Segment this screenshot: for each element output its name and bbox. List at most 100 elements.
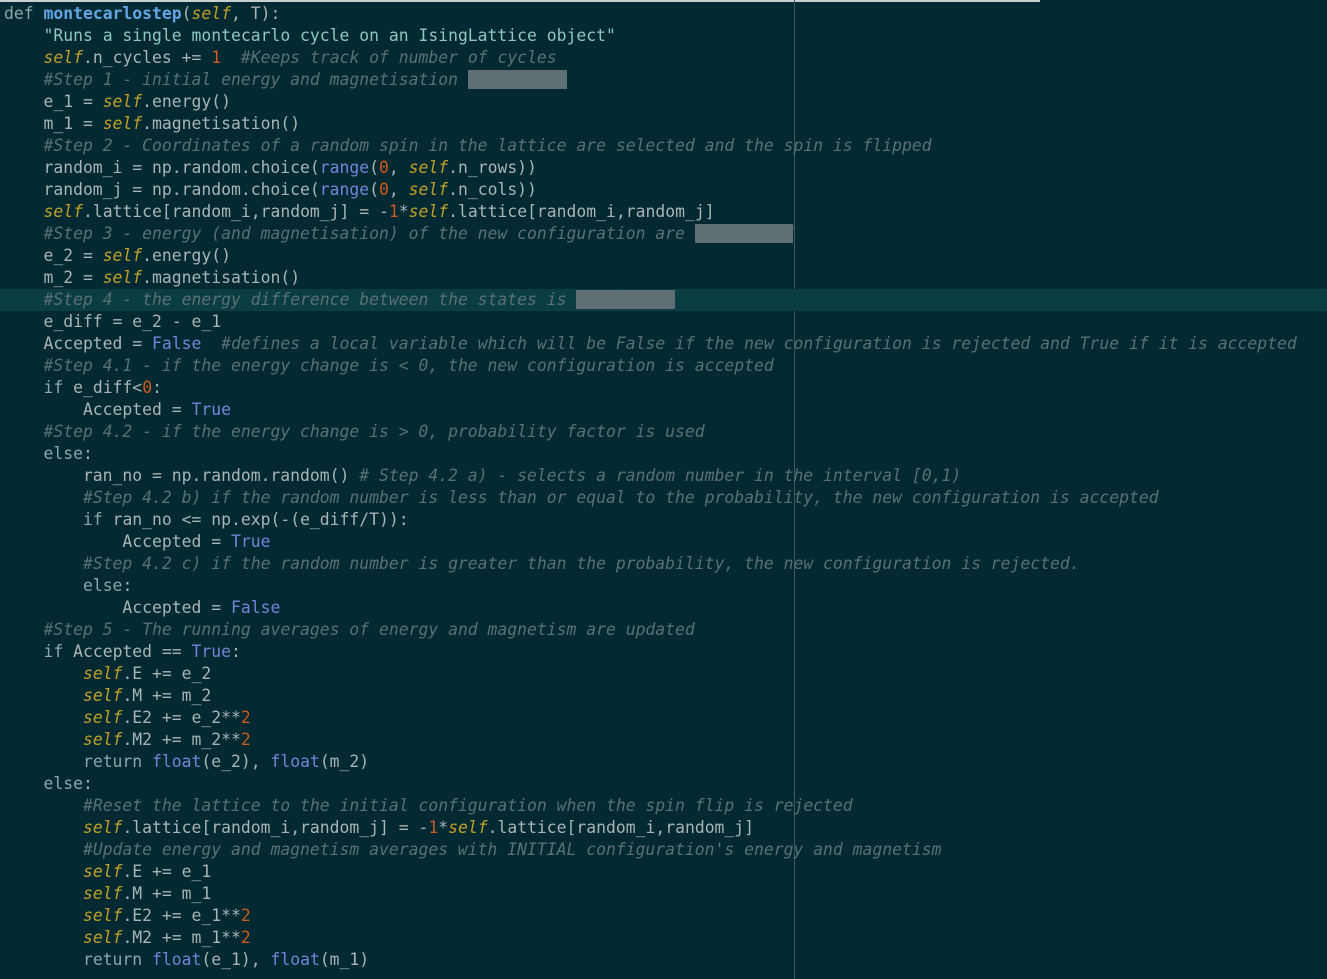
code-line[interactable]: self.M += m_2 [0,685,1327,707]
code-line[interactable]: self.M += m_1 [0,883,1327,905]
code-line[interactable]: if ran_no <= np.exp(-(e_diff/T)): [0,509,1327,531]
code-token: .lattice[random_i,random_j] [448,202,715,221]
code-line[interactable]: #Step 3 - energy (and magnetisation) of … [0,223,1327,245]
code-token: * [438,818,449,837]
comment-token: #Step 4.2 c) if the random number is gre… [82,554,1080,573]
code-token: * [398,202,409,221]
code-token: ( [369,180,379,199]
self-token: self [408,202,449,221]
code-token: , [388,180,409,199]
current-code-line[interactable]: #Step 4 - the energy difference between … [0,289,1327,311]
code-line[interactable]: random_i = np.random.choice(range(0, sel… [0,157,1327,179]
code-line[interactable]: Accepted = False [0,597,1327,619]
self-token: self [82,906,123,925]
code-line[interactable]: #Step 4.2 - if the energy change is > 0,… [0,421,1327,443]
code-line[interactable]: if e_diff<0: [0,377,1327,399]
code-line[interactable]: self.E2 += e_1**2 [0,905,1327,927]
code-line[interactable]: self.E2 += e_2**2 [0,707,1327,729]
code-line[interactable]: #Step 4.2 c) if the random number is gre… [0,553,1327,575]
code-token: random_i = np.random.choice( [4,158,320,177]
code-token: ( [369,158,379,177]
code-line[interactable]: e_1 = self.energy() [0,91,1327,113]
code-line[interactable]: self.E += e_2 [0,663,1327,685]
number-token: 0 [379,158,389,177]
keyword-token: if [43,378,64,397]
code-line[interactable]: #Step 2 - Coordinates of a random spin i… [0,135,1327,157]
code-line[interactable]: #Update energy and magnetism averages wi… [0,839,1327,861]
self-token: self [82,708,123,727]
code-line[interactable]: return float(e_1), float(m_1) [0,949,1327,971]
self-token: self [448,818,488,837]
code-line[interactable]: random_j = np.random.choice(range(0, sel… [0,179,1327,201]
code-line[interactable]: m_1 = self.magnetisation() [0,113,1327,135]
code-line[interactable]: Accepted = True [0,399,1327,421]
code-area[interactable]: def montecarlostep(self, T): "Runs a sin… [0,3,1327,971]
code-token: , T): [231,4,281,23]
code-line[interactable]: def montecarlostep(self, T): [0,3,1327,25]
code-line[interactable]: ran_no = np.random.random() # Step 4.2 a… [0,465,1327,487]
comment-token: #Step 4.2 b) if the random number is les… [82,488,1159,507]
code-line[interactable]: self.n_cycles += 1 #Keeps track of numbe… [0,47,1327,69]
code-line[interactable]: #Step 1 - initial energy and magnetisati… [0,69,1327,91]
code-line[interactable]: #Step 4.1 - if the energy change is < 0,… [0,355,1327,377]
comment-token: #Step 4.2 - if the energy change is > 0,… [43,422,705,441]
code-line[interactable]: self.E += e_1 [0,861,1327,883]
code-line[interactable]: Accepted = True [0,531,1327,553]
code-token: (e_1), [201,950,271,969]
code-line[interactable]: else: [0,773,1327,795]
code-token: .lattice[random_i,random_j] = - [82,202,389,221]
code-line[interactable]: self.lattice[random_i,random_j] = -1*sel… [0,201,1327,223]
code-line[interactable]: #Step 5 - The running averages of energy… [0,619,1327,641]
builtin-token: False [152,334,202,353]
code-editor[interactable]: def montecarlostep(self, T): "Runs a sin… [0,0,1327,979]
code-token: .lattice[random_i,random_j] = - [122,818,429,837]
code-line[interactable]: m_2 = self.magnetisation() [0,267,1327,289]
code-line[interactable]: e_diff = e_2 - e_1 [0,311,1327,333]
code-token: .M += m_2 [122,686,212,705]
code-token: .E += e_2 [122,664,212,683]
code-token: , [388,158,409,177]
code-token: Accepted = [4,400,192,419]
code-token: : [152,378,162,397]
search-match-highlight: calculated [576,290,676,309]
code-line[interactable]: self.M2 += m_2**2 [0,729,1327,751]
self-token: self [82,664,123,683]
code-token: : [231,642,241,661]
keyword-token: return [82,752,143,771]
code-line[interactable]: Accepted = False #defines a local variab… [0,333,1327,355]
code-line[interactable]: e_2 = self.energy() [0,245,1327,267]
code-line[interactable]: "Runs a single montecarlo cycle on an Is… [0,25,1327,47]
self-token: self [408,158,449,177]
code-line[interactable]: return float(e_2), float(m_2) [0,751,1327,773]
comment-token: #Reset the lattice to the initial config… [82,796,853,815]
code-token: m_2 = [4,268,103,287]
self-token: self [102,92,143,111]
code-token: ran_no = np.random.random() [4,466,360,485]
code-line[interactable]: #Step 4.2 b) if the random number is les… [0,487,1327,509]
code-line[interactable]: if Accepted == True: [0,641,1327,663]
code-token: ( [181,4,192,23]
comment-token: #Step 4.1 - if the energy change is < 0,… [43,356,774,375]
code-line[interactable]: self.lattice[random_i,random_j] = -1*sel… [0,817,1327,839]
comment-token: #Step 2 - Coordinates of a random spin i… [43,136,932,155]
code-line[interactable]: else: [0,443,1327,465]
code-line[interactable]: self.M2 += m_1**2 [0,927,1327,949]
code-token: .M2 += m_1** [122,928,241,947]
code-line[interactable]: #Reset the lattice to the initial config… [0,795,1327,817]
number-token: 2 [240,708,251,727]
code-line[interactable]: else: [0,575,1327,597]
search-match-highlight: calculated [694,224,794,243]
code-token: m_1 = [4,114,103,133]
